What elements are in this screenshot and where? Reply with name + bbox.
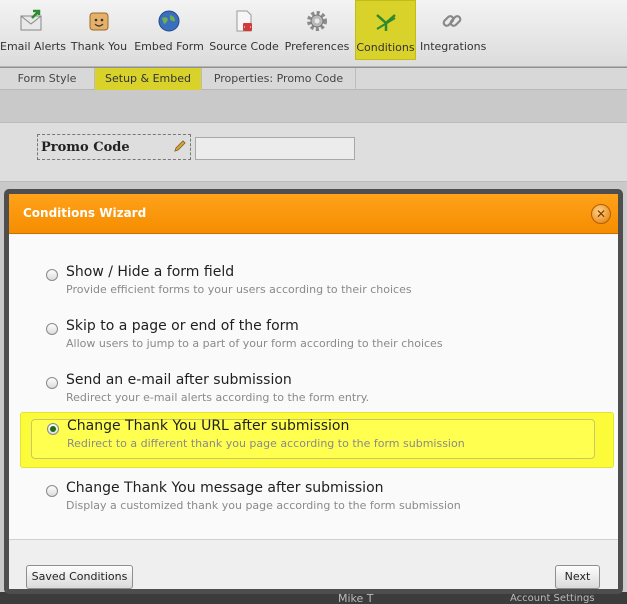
toolbar-item-email-alerts[interactable]: Email Alerts (0, 0, 66, 60)
option-title: Show / Hide a form field (66, 264, 235, 280)
radio-button[interactable] (46, 485, 58, 497)
dialog-header: Conditions Wizard ✕ (9, 194, 618, 234)
field-label-text: Promo Code (41, 140, 130, 155)
option-description: Redirect your e-mail alerts according to… (66, 391, 370, 404)
pencil-icon[interactable] (173, 139, 187, 153)
toolbar-item-embed-form[interactable]: Embed Form (134, 0, 204, 60)
option-show-hide-field[interactable]: Show / Hide a form field Provide efficie… (29, 255, 599, 301)
option-description: Allow users to jump to a part of your fo… (66, 337, 443, 350)
sub-tabs: Form Style Setup & Embed Properties: Pro… (0, 68, 627, 90)
option-description: Display a customized thank you page acco… (66, 499, 461, 512)
radio-button[interactable] (46, 377, 58, 389)
field-label[interactable]: Promo Code (37, 134, 191, 160)
document-icon (236, 10, 252, 32)
tab-form-style[interactable]: Form Style (0, 68, 95, 90)
dialog-footer: Saved Conditions Next (9, 539, 618, 589)
conditions-icon (375, 14, 396, 31)
conditions-wizard-dialog: Conditions Wizard ✕ Show / Hide a form f… (4, 189, 623, 594)
radio-button-selected[interactable] (47, 423, 59, 435)
toolbar-item-conditions[interactable]: Conditions (355, 0, 416, 60)
option-description: Provide efficient forms to your users ac… (66, 283, 412, 296)
option-title: Send an e-mail after submission (66, 372, 292, 388)
toolbar-label: Integrations (420, 40, 487, 53)
dialog-body: Show / Hide a form field Provide efficie… (9, 235, 618, 539)
tab-properties[interactable]: Properties: Promo Code (202, 68, 356, 90)
close-icon: ✕ (595, 207, 607, 221)
toolbar-label: Embed Form (134, 40, 204, 53)
tab-setup-embed[interactable]: Setup & Embed (95, 68, 202, 90)
option-title: Change Thank You message after submissio… (66, 480, 384, 496)
toolbar-item-integrations[interactable]: Integrations (420, 0, 487, 60)
envelope-icon (20, 9, 42, 31)
smiley-icon (89, 12, 109, 31)
option-description: Redirect to a different thank you page a… (67, 437, 465, 450)
gear-icon (307, 11, 327, 31)
close-button[interactable]: ✕ (591, 204, 611, 224)
toolbar-label: Thank You (70, 40, 128, 53)
radio-button[interactable] (46, 269, 58, 281)
globe-icon (158, 10, 180, 32)
next-button[interactable]: Next (555, 565, 600, 589)
account-settings-link[interactable]: Account Settings (510, 593, 595, 604)
option-title: Skip to a page or end of the form (66, 318, 299, 334)
chain-link-icon (442, 15, 462, 27)
toolbar-item-thank-you[interactable]: Thank You (66, 0, 132, 60)
toolbar: Email Alerts Thank You Embed Form Source… (0, 0, 627, 67)
promo-code-input[interactable] (195, 137, 355, 160)
option-change-thank-you-url[interactable]: Change Thank You URL after submission Re… (20, 412, 614, 468)
toolbar-label: Source Code (209, 40, 279, 53)
toolbar-item-preferences[interactable]: Preferences (283, 0, 351, 60)
option-change-thank-you-message[interactable]: Change Thank You message after submissio… (29, 471, 599, 517)
saved-conditions-button[interactable]: Saved Conditions (26, 565, 133, 589)
dialog-title: Conditions Wizard (23, 206, 147, 220)
toolbar-item-source-code[interactable]: Source Code (208, 0, 280, 60)
radio-button[interactable] (46, 323, 58, 335)
toolbar-label: Email Alerts (0, 40, 66, 53)
option-title: Change Thank You URL after submission (67, 418, 350, 434)
option-skip-to-page[interactable]: Skip to a page or end of the form Allow … (29, 309, 599, 355)
toolbar-label: Conditions (356, 41, 415, 54)
option-send-email[interactable]: Send an e-mail after submission Redirect… (29, 363, 599, 409)
toolbar-label: Preferences (284, 40, 350, 53)
